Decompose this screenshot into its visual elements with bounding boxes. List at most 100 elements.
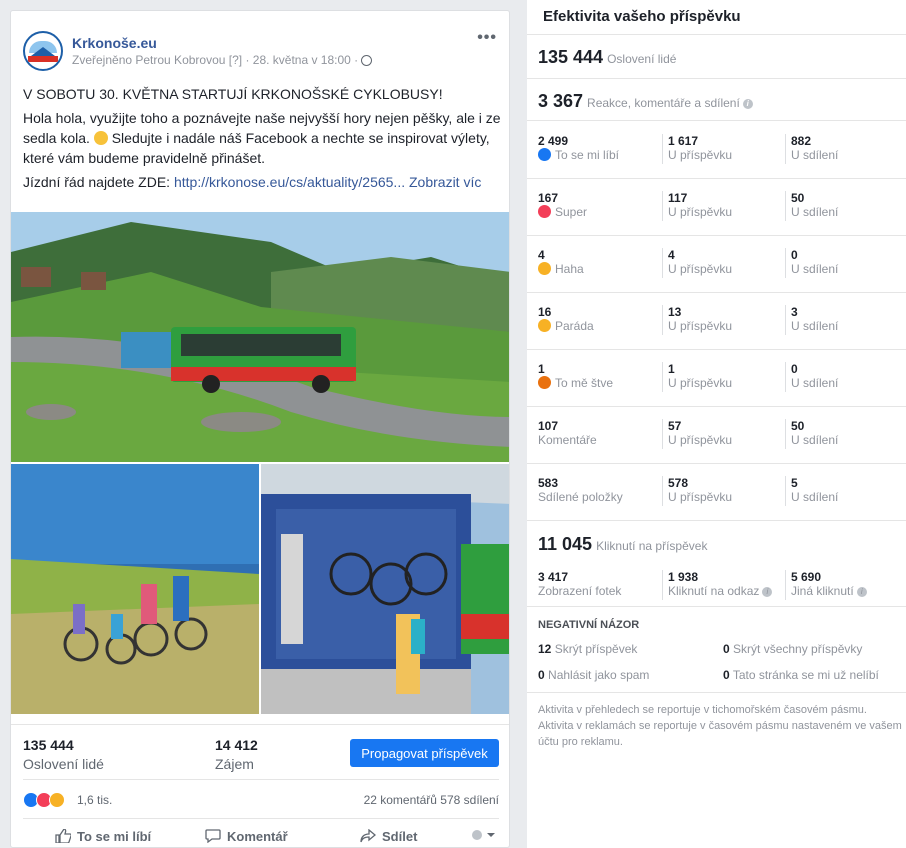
click-link-value: 1 938 (668, 570, 699, 584)
negative-hide-post-value: 12 (538, 642, 552, 656)
row-on-post-label: U příspěvku (668, 319, 733, 333)
row-total-label: Paráda (555, 319, 594, 333)
panel-title: Efektivita vašeho příspěvku (543, 8, 741, 25)
row-on-post-value: 1 617 (668, 134, 699, 148)
audience-chevron-down-icon (472, 830, 495, 840)
row-on-shares-value: 50 (791, 191, 805, 205)
photo-cyclists[interactable] (11, 464, 259, 714)
insight-row: 167 Super 117 U příspěvku 50 U sdílení (527, 178, 906, 236)
engagement-value: 14 412 (215, 737, 258, 753)
row-on-post-label: U příspěvku (668, 376, 733, 390)
photo-bike-trailer[interactable] (261, 464, 509, 714)
row-total-label: Sdílené položky (538, 490, 623, 504)
comments-shares-count[interactable]: 22 komentářů 578 sdílení (364, 793, 499, 807)
row-on-post-label: U příspěvku (668, 148, 733, 162)
row-on-shares: 0U sdílení (785, 362, 838, 392)
row-total: 167 Super (538, 191, 587, 219)
row-total: 107 Komentáře (538, 419, 597, 447)
row-on-shares: 5U sdílení (785, 476, 838, 506)
like-button[interactable]: To se mi líbí (55, 829, 151, 844)
row-on-shares-label: U sdílení (791, 490, 839, 504)
insight-row: 583 Sdílené položky 578 U příspěvku 5 U sdíle… (527, 463, 906, 521)
row-on-post-value: 13 (668, 305, 682, 319)
engagement-label: Zájem (215, 756, 254, 772)
see-more-link[interactable]: Zobrazit víc (409, 174, 481, 190)
click-photo-views: 3 417 Zobrazení fotek (538, 570, 621, 598)
row-on-post: 1U příspěvku (662, 362, 732, 392)
negative-report-spam-value: 0 (538, 668, 545, 682)
panel-engagement-label: Reakce, komentáře a sdílení (587, 96, 740, 110)
row-on-post: 13 U příspěvku (662, 305, 732, 335)
haha-icon (538, 262, 551, 275)
post-text: V SOBOTU 30. KVĚTNA STARTUJÍ KRKONOŠSKÉ … (23, 84, 503, 196)
row-on-shares-value: 882 (791, 134, 812, 148)
row-on-shares-label: U sdílení (791, 433, 839, 447)
insight-row: 107 Komentáře 57 U příspěvku 50 U sdílení (527, 406, 906, 464)
row-on-shares-value: 5 (791, 476, 798, 490)
row-on-shares-value: 0 (791, 362, 798, 376)
page-avatar[interactable] (23, 31, 63, 71)
negative-hide-post: 12 Skrýt příspěvek (538, 642, 637, 656)
reach-label: Oslovení lidé (23, 756, 104, 772)
share-arrow-icon (360, 829, 376, 843)
row-on-shares: 0U sdílení (785, 248, 838, 278)
row-on-post-value: 4 (668, 248, 675, 262)
negative-unlike-page: 0 Tato stránka se mi už nelíbí (723, 668, 879, 682)
row-on-shares: 50 U sdílení (785, 191, 838, 221)
row-total: 583 Sdílené položky (538, 476, 623, 504)
wow-icon (538, 319, 551, 332)
panel-reach-label: Oslovení lidé (607, 52, 677, 66)
negative-hide-all-value: 0 (723, 642, 730, 656)
negative-unlike-page-label: Tato stránka se mi už nelíbí (732, 668, 879, 682)
negative-hide-post-label: Skrýt příspěvek (554, 642, 638, 656)
negative-feedback-title: NEGATIVNÍ NÁZOR (538, 619, 640, 631)
info-icon[interactable]: i (856, 587, 867, 597)
share-button-label: Sdílet (382, 829, 418, 844)
row-on-post-label: U příspěvku (668, 433, 733, 447)
facebook-post: Krkonoše.eu Zveřejněno Petrou Kobrovou [… (10, 10, 510, 848)
row-on-post-label: U příspěvku (668, 490, 733, 504)
panel-engagement: 3 367 Reakce, komentáře a sdílení i (538, 91, 753, 112)
click-other-label: Jiná kliknutí (791, 584, 854, 598)
divider (527, 692, 906, 693)
insight-row: 1 To mě štve 1 U příspěvku 0 U sdílení (527, 349, 906, 407)
row-total: 16 Paráda (538, 305, 594, 333)
panel-engagement-value: 3 367 (538, 91, 584, 111)
row-on-shares: 3U sdílení (785, 305, 838, 335)
panel-clicks: 11 045 Kliknutí na příspěvek (538, 534, 707, 555)
row-total-label: To mě štve (555, 376, 614, 390)
panel-clicks-label: Kliknutí na příspěvek (596, 539, 708, 553)
photo-bus[interactable] (11, 212, 509, 462)
row-on-shares-label: U sdílení (791, 205, 839, 219)
love-icon (538, 205, 551, 218)
row-on-post-value: 1 (668, 362, 675, 376)
post-body-2: Sledujte i nadále náš Facebook a nechte … (23, 130, 490, 166)
wow-reaction-icon[interactable] (49, 792, 65, 808)
row-total-value: 2 499 (538, 134, 569, 148)
share-button[interactable]: Sdílet (360, 829, 417, 844)
insight-row: 4 Haha 4 U příspěvku 0 U sdílení (527, 235, 906, 293)
promote-post-button[interactable]: Propagovat příspěvek (350, 739, 499, 767)
insight-row: 2 499 To se mi líbí 1 617 U příspěvku 882 U s… (527, 121, 906, 179)
reach-value: 135 444 (23, 737, 74, 753)
row-on-post: 1 617 U příspěvku (662, 134, 732, 164)
page-name-link[interactable]: Krkonoše.eu (72, 35, 157, 51)
comment-button[interactable]: Komentář (205, 829, 288, 844)
post-body: Hola hola, využijte toho a poznávejte na… (23, 108, 503, 168)
audience-selector-button[interactable] (471, 829, 497, 844)
more-options-icon[interactable]: ••• (477, 29, 497, 47)
info-icon[interactable]: i (762, 587, 773, 597)
like-icon (538, 148, 551, 161)
reactions-count[interactable]: 1,6 tis. (77, 793, 112, 807)
row-on-shares-label: U sdílení (791, 376, 839, 390)
negative-report-spam: 0 Nahlásit jako spam (538, 668, 649, 682)
post-link[interactable]: http://krkonose.eu/cs/aktuality/2565... (174, 174, 405, 190)
click-link: 1 938 Kliknutí na odkaz i (662, 570, 773, 600)
reactions-bar: 1,6 tis. 22 komentářů 578 sdílení (23, 779, 499, 819)
row-on-post: 4U příspěvku (662, 248, 732, 278)
panel-clicks-value: 11 045 (538, 534, 593, 554)
divider (527, 606, 906, 607)
row-on-post-value: 57 (668, 419, 682, 433)
row-on-post: 57 U příspěvku (662, 419, 732, 449)
info-icon[interactable]: i (742, 99, 753, 109)
